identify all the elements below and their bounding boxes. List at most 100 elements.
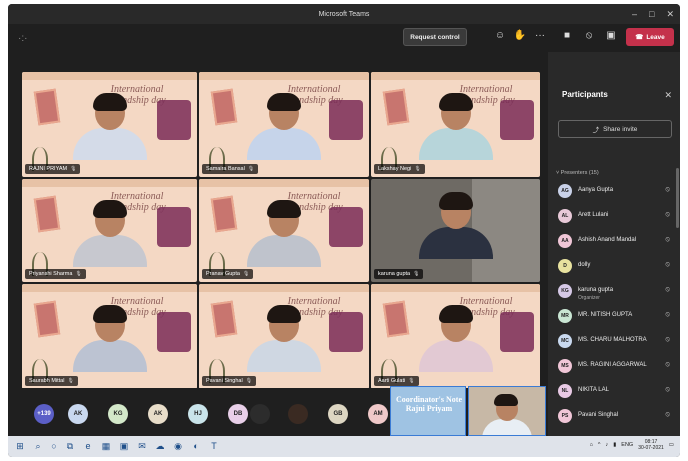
participant-avatar[interactable]: GB (328, 404, 348, 424)
participant-row[interactable]: NL NIKITA LAL ⦸ (558, 382, 674, 404)
video-tile[interactable]: International friendship day Saurabh Mitta… (22, 284, 197, 389)
poster-illustration (157, 207, 191, 247)
maximize-icon[interactable]: □ (649, 9, 654, 19)
presenters-section-label[interactable]: ˅ Presenters (15) (556, 170, 599, 176)
close-panel-icon[interactable]: ✕ (664, 90, 672, 101)
mic-icon: 🎙 (414, 166, 421, 172)
participant-name: Pranav Gupta (206, 271, 240, 277)
more-participants-badge[interactable]: +139 (34, 404, 54, 424)
share-invite-button[interactable]: ⤴ Share invite (558, 120, 672, 138)
video-tile[interactable]: International friendship day Pranav Gupta 🎙 (199, 179, 369, 282)
participant-video (72, 93, 147, 160)
store-icon[interactable]: ▣ (118, 440, 130, 452)
cortana-icon[interactable]: ○ (48, 440, 60, 452)
file-explorer-icon[interactable]: ▦ (100, 440, 112, 452)
drag-handle-icon[interactable]: ·:· (18, 33, 27, 44)
participant-name-tag: Saurabh Mittal 🎙 (25, 376, 78, 386)
participant-row[interactable]: AG Aanya Gupta ⦸ (558, 182, 674, 204)
minimize-icon[interactable]: – (632, 9, 637, 19)
participant-avatar[interactable]: HJ (188, 404, 208, 424)
close-window-icon[interactable]: ✕ (666, 9, 674, 20)
notification-icon[interactable]: ▭ (669, 442, 674, 448)
request-control-button[interactable]: Request control (403, 28, 467, 46)
edge-icon[interactable]: e (82, 440, 94, 452)
participant-row[interactable]: AA Ashish Anand Mandal ⦸ (558, 232, 674, 254)
teams-icon[interactable]: T (208, 440, 220, 452)
panel-scrollbar[interactable] (676, 168, 679, 228)
participant-avatar[interactable]: AM (368, 404, 388, 424)
stamp-decoration (382, 88, 410, 126)
video-tile[interactable]: International friendship day Samaira Bansa… (199, 72, 369, 177)
coordinator-tile[interactable]: Coordinator's Note Rajni Priyam (390, 386, 466, 436)
video-tile[interactable]: International friendship day Priyanshi Sha… (22, 179, 197, 282)
video-tile[interactable]: International friendship day Lakshay Negi 🎙 (371, 72, 540, 177)
volume-icon[interactable]: ♪ (606, 442, 609, 448)
video-tile[interactable]: karuna gupta 🎙 (371, 179, 540, 282)
task-view-icon[interactable]: ⧉ (64, 440, 76, 452)
share-screen-icon[interactable]: ▣ (604, 30, 618, 41)
react-icon[interactable]: ✋ (513, 30, 527, 41)
participant-row[interactable]: Ddolly ⦸ (558, 257, 674, 279)
participant-name: MS. CHARU MALHOTRA (578, 337, 647, 343)
poster-title-line: International (110, 296, 164, 307)
participant-row[interactable]: MR MR. NITISH GUPTA ⦸ (558, 307, 674, 329)
participant-avatar[interactable]: AK (148, 404, 168, 424)
participant-row[interactable]: MC MS. CHARU MALHOTRA ⦸ (558, 332, 674, 354)
participants-icon[interactable]: ☺ (493, 30, 507, 41)
participant-avatar[interactable]: KG (108, 404, 128, 424)
taskbar-clock[interactable]: 08:17 30-07-2021 (638, 439, 664, 451)
more-actions-icon[interactable]: ··· (533, 30, 547, 41)
participant-photo-avatar[interactable] (250, 404, 270, 424)
participant-row[interactable]: MS MS. RAGINI AGGARWAL ⦸ (558, 357, 674, 379)
participant-avatar[interactable]: DB (228, 404, 248, 424)
poster-band (371, 72, 540, 80)
video-grid: International friendship day RAJNI PRIYAM 🎙… (22, 72, 542, 389)
participant-row[interactable]: KG karuna gupta Organizer ⦸ (558, 282, 674, 304)
leave-label: Leave (646, 33, 665, 41)
onedrive-icon[interactable]: ☁ (154, 440, 166, 452)
camera-icon[interactable]: ■ (560, 30, 574, 41)
poster-illustration (500, 100, 534, 140)
participant-video (72, 305, 147, 372)
participant-name: Lakshay Negi (378, 166, 412, 172)
mail-icon[interactable]: ✉ (136, 440, 148, 452)
poster-illustration (329, 207, 363, 247)
mic-off-icon: ⦸ (665, 261, 670, 268)
participant-photo-avatar[interactable] (288, 404, 308, 424)
onedrive-tray-icon[interactable]: ⌂ (590, 442, 593, 448)
poster-band (199, 179, 369, 187)
video-tile[interactable]: International friendship day Pavani Singha… (199, 284, 369, 389)
participant-name: MR. NITISH GUPTA (578, 312, 633, 318)
system-tray: ⌂ ^ ♪ ▮ ENG 08:17 30-07-2021 ▭ (590, 439, 674, 451)
start-icon[interactable]: ⊞ (14, 440, 26, 452)
stamp-decoration (382, 300, 410, 338)
search-icon[interactable]: ⌕ (32, 440, 44, 452)
participant-name: RAJNI PRIYAM (29, 166, 68, 172)
battery-icon[interactable]: ▮ (613, 442, 616, 448)
participant-row[interactable]: PS Pavani Singhal ⦸ (558, 407, 674, 429)
participant-avatar: AA (558, 234, 572, 248)
mic-off-icon: ⦸ (665, 311, 670, 318)
language-indicator[interactable]: ENG (621, 442, 633, 448)
participant-avatar[interactable]: AK (68, 404, 88, 424)
mic-icon: 🎙 (245, 378, 253, 384)
self-video-tile[interactable] (468, 386, 546, 436)
coordinator-note: Coordinator's Note Rajni Priyam (396, 395, 462, 413)
video-tile[interactable]: International friendship day Aarti Gulati 🎙 (371, 284, 540, 389)
leave-button[interactable]: ☎ Leave (626, 28, 674, 46)
poster-illustration (500, 312, 534, 352)
participant-video (418, 93, 493, 160)
participant-name: karuna gupta (378, 271, 411, 277)
mic-off-icon[interactable]: ⦸ (582, 30, 596, 41)
stamp-decoration (210, 195, 238, 233)
browser-icon[interactable]: ◐ (190, 440, 202, 452)
window-title: Microsoft Teams (318, 10, 370, 18)
participant-name-tag: Priyanshi Sharma 🎙 (25, 269, 86, 279)
participant-row[interactable]: AL Arett Lulani ⦸ (558, 207, 674, 229)
participant-video (247, 200, 321, 267)
title-bar: Microsoft Teams – □ ✕ (8, 4, 680, 24)
chrome-icon[interactable]: ◉ (172, 440, 184, 452)
tray-chevron-icon[interactable]: ^ (598, 442, 601, 448)
video-tile[interactable]: International friendship day RAJNI PRIYAM 🎙 (22, 72, 197, 177)
mic-icon: 🎙 (67, 378, 74, 384)
